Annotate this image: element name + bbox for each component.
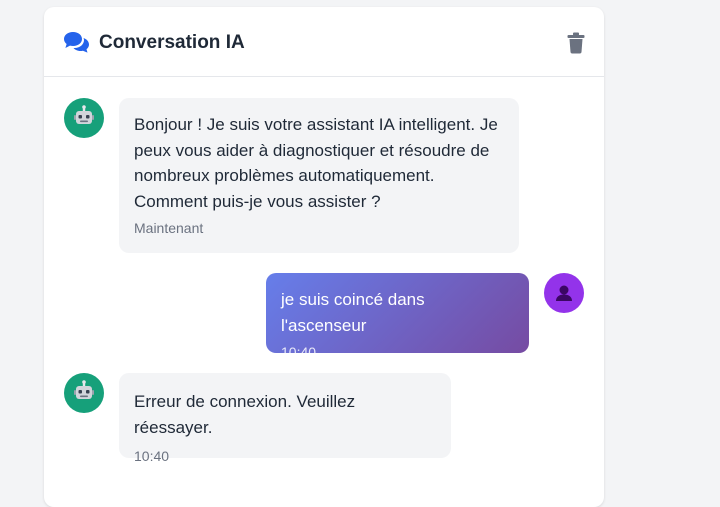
bot-avatar <box>64 373 104 413</box>
bot-message: Erreur de connexion. Veuillez réessayer.… <box>119 373 451 464</box>
message-text: je suis coincé dans l'ascenseur <box>281 290 425 335</box>
user-message: je suis coincé dans l'ascenseur 10:40 <box>266 273 529 360</box>
message-text: Erreur de connexion. Veuillez réessayer. <box>134 392 356 437</box>
trash-icon[interactable] <box>566 32 586 54</box>
message-time: 10:40 <box>134 448 170 464</box>
robot-icon <box>74 380 94 399</box>
robot-icon <box>74 105 94 124</box>
message-text: Bonjour ! Je suis votre assistant IA int… <box>134 115 498 211</box>
chat-header: Conversation IA <box>44 7 604 77</box>
comments-icon <box>63 31 91 53</box>
bot-avatar <box>64 98 104 138</box>
chat-panel: Conversation IA Bonjour ! Je suis votre … <box>44 7 604 507</box>
chat-title: Conversation IA <box>99 32 245 53</box>
message-time: Maintenant <box>134 220 204 236</box>
user-icon <box>556 285 572 301</box>
user-avatar <box>544 273 584 313</box>
message-time: 10:40 <box>281 344 317 360</box>
bot-message: Bonjour ! Je suis votre assistant IA int… <box>119 98 519 253</box>
